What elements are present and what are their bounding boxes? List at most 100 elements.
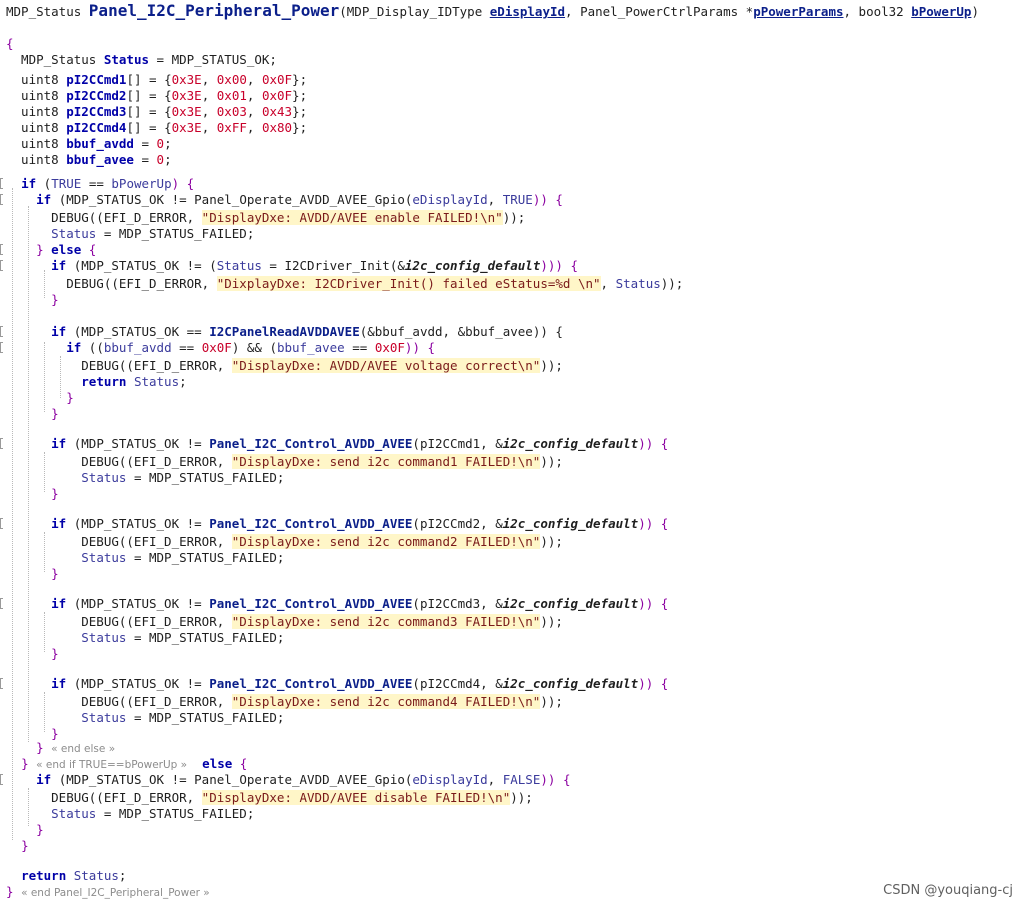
- code-token: Status: [81, 470, 127, 485]
- code-text: uint8 pI2CCmd2[] = {0x3E, 0x01, 0x0F};: [6, 88, 307, 104]
- code-line[interactable]: uint8 bbuf_avdd = 0;: [0, 136, 1027, 152]
- code-line[interactable]: DEBUG((EFI_D_ERROR, "DisplayDxe: send i2…: [0, 454, 1027, 470]
- fold-marker-icon[interactable]: [0, 194, 3, 205]
- code-text: Status = MDP_STATUS_FAILED;: [6, 806, 254, 822]
- code-line[interactable]: [0, 420, 1027, 436]
- fold-marker-icon[interactable]: [0, 518, 3, 529]
- code-line[interactable]: DEBUG((EFI_D_ERROR, "DisplayDxe: AVDD/AV…: [0, 790, 1027, 806]
- fold-marker-icon[interactable]: [0, 598, 3, 609]
- code-line[interactable]: MDP_Status Panel_I2C_Peripheral_Power(MD…: [0, 0, 1027, 22]
- fold-marker-icon[interactable]: [0, 342, 3, 353]
- code-line[interactable]: uint8 pI2CCmd4[] = {0x3E, 0xFF, 0x80};: [0, 120, 1027, 136]
- code-line[interactable]: }: [0, 390, 1027, 406]
- code-line[interactable]: }: [0, 292, 1027, 308]
- code-line[interactable]: if (MDP_STATUS_OK != (Status = I2CDriver…: [0, 258, 1027, 274]
- code-text: uint8 pI2CCmd1[] = {0x3E, 0x00, 0x0F};: [6, 72, 307, 88]
- fold-marker-icon[interactable]: [0, 774, 3, 785]
- code-editor[interactable]: MDP_Status Panel_I2C_Peripheral_Power(MD…: [0, 0, 1027, 908]
- code-token: , Panel_PowerCtrlParams *: [565, 4, 754, 19]
- code-token: bbuf_avdd: [66, 136, 134, 151]
- code-line[interactable]: [0, 500, 1027, 516]
- code-line[interactable]: uint8 pI2CCmd3[] = {0x3E, 0x03, 0x43};: [0, 104, 1027, 120]
- code-line[interactable]: if (TRUE == bPowerUp) {: [0, 176, 1027, 192]
- code-token: )) {: [532, 192, 563, 207]
- code-line[interactable]: DEBUG((EFI_D_ERROR, "DisplayDxe: AVDD/AV…: [0, 210, 1027, 226]
- indent-guide: [28, 788, 29, 826]
- code-line[interactable]: Status = MDP_STATUS_FAILED;: [0, 226, 1027, 242]
- code-token: 0x0F: [261, 88, 293, 103]
- code-token: 0x01: [216, 88, 247, 103]
- code-line[interactable]: Status = MDP_STATUS_FAILED;: [0, 630, 1027, 646]
- code-text: return Status;: [6, 868, 126, 884]
- fold-marker-icon[interactable]: [0, 438, 3, 449]
- code-line[interactable]: DEBUG((EFI_D_ERROR, "DisplayDxe: send i2…: [0, 694, 1027, 710]
- code-token: "DisplayDxe: send i2c command2 FAILED!\n…: [231, 534, 541, 549]
- code-line[interactable]: if ((bbuf_avdd == 0x0F) && (bbuf_avee ==…: [0, 340, 1027, 356]
- code-line[interactable]: Status = MDP_STATUS_FAILED;: [0, 550, 1027, 566]
- code-token: DEBUG((EFI_D_ERROR,: [6, 534, 232, 549]
- code-token: };: [292, 72, 308, 87]
- code-line[interactable]: } else {: [0, 242, 1027, 258]
- code-line[interactable]: }: [0, 822, 1027, 838]
- code-line[interactable]: } « end if TRUE==bPowerUp » else {: [0, 756, 1027, 772]
- code-line[interactable]: DEBUG((EFI_D_ERROR, "DisplayDxe: send i2…: [0, 614, 1027, 630]
- code-token: else: [51, 242, 82, 257]
- code-line[interactable]: } « end else »: [0, 740, 1027, 756]
- code-token: = MDP_STATUS_FAILED;: [126, 550, 285, 565]
- code-token: eDisplayId: [412, 772, 488, 787]
- fold-marker-icon[interactable]: [0, 678, 3, 689]
- code-text: Status = MDP_STATUS_FAILED;: [6, 470, 284, 486]
- code-token: DEBUG((EFI_D_ERROR,: [6, 454, 232, 469]
- code-token: =: [133, 136, 157, 151]
- fold-marker-icon[interactable]: [0, 244, 3, 255]
- code-line[interactable]: if (MDP_STATUS_OK != Panel_Operate_AVDD_…: [0, 772, 1027, 788]
- code-token: Status: [51, 806, 97, 821]
- code-token: Status: [51, 226, 97, 241]
- code-token: ,: [201, 72, 217, 87]
- code-line[interactable]: [0, 580, 1027, 596]
- fold-marker-icon[interactable]: [0, 326, 3, 337]
- code-line[interactable]: uint8 pI2CCmd1[] = {0x3E, 0x00, 0x0F};: [0, 72, 1027, 88]
- code-token: 0x43: [261, 104, 293, 119]
- code-line[interactable]: [0, 852, 1027, 868]
- code-token: }: [36, 740, 44, 755]
- code-line[interactable]: [0, 660, 1027, 676]
- code-line[interactable]: {: [0, 36, 1027, 52]
- code-token: ));: [540, 454, 563, 469]
- code-text: DEBUG((EFI_D_ERROR, "DisplayDxe: send i2…: [6, 534, 563, 550]
- code-line[interactable]: DEBUG((EFI_D_ERROR, "DisplayDxe: send i2…: [0, 534, 1027, 550]
- code-line[interactable]: if (MDP_STATUS_OK != Panel_I2C_Control_A…: [0, 596, 1027, 612]
- code-line[interactable]: return Status;: [0, 374, 1027, 390]
- code-line[interactable]: if (MDP_STATUS_OK != Panel_I2C_Control_A…: [0, 676, 1027, 692]
- code-token: ));: [540, 358, 563, 373]
- code-line[interactable]: return Status;: [0, 868, 1027, 884]
- code-token: (pI2CCmd1, &: [412, 436, 503, 451]
- code-line[interactable]: Status = MDP_STATUS_FAILED;: [0, 806, 1027, 822]
- code-token: Status: [216, 258, 262, 273]
- code-line[interactable]: uint8 pI2CCmd2[] = {0x3E, 0x01, 0x0F};: [0, 88, 1027, 104]
- code-token: bbuf_avdd: [103, 340, 172, 355]
- fold-marker-icon[interactable]: [0, 178, 3, 189]
- fold-marker-icon[interactable]: [0, 260, 3, 271]
- code-line[interactable]: if (MDP_STATUS_OK != Panel_I2C_Control_A…: [0, 516, 1027, 532]
- code-text: } else {: [6, 242, 96, 258]
- code-token: eDisplayId: [412, 192, 488, 207]
- code-line[interactable]: DEBUG((EFI_D_ERROR, "DixplayDxe: I2CDriv…: [0, 276, 1027, 292]
- code-line[interactable]: if (MDP_STATUS_OK != Panel_I2C_Control_A…: [0, 436, 1027, 452]
- code-token: "DixplayDxe: I2CDriver_Init() failed eSt…: [216, 276, 601, 291]
- code-line[interactable]: Status = MDP_STATUS_FAILED;: [0, 470, 1027, 486]
- code-line[interactable]: } « end Panel_I2C_Peripheral_Power »: [0, 884, 1027, 900]
- code-text: uint8 bbuf_avee = 0;: [6, 152, 172, 168]
- code-line[interactable]: if (MDP_STATUS_OK != Panel_Operate_AVDD_…: [0, 192, 1027, 208]
- code-token: DEBUG((EFI_D_ERROR,: [6, 614, 232, 629]
- code-line[interactable]: uint8 bbuf_avee = 0;: [0, 152, 1027, 168]
- code-line[interactable]: if (MDP_STATUS_OK == I2CPanelReadAVDDAVE…: [0, 324, 1027, 340]
- code-line[interactable]: DEBUG((EFI_D_ERROR, "DisplayDxe: AVDD/AV…: [0, 358, 1027, 374]
- fold-end-comment: « end if TRUE==bPowerUp »: [36, 759, 188, 771]
- code-line[interactable]: Status = MDP_STATUS_FAILED;: [0, 710, 1027, 726]
- code-token: ));: [660, 276, 684, 291]
- code-token: 0x00: [216, 72, 247, 87]
